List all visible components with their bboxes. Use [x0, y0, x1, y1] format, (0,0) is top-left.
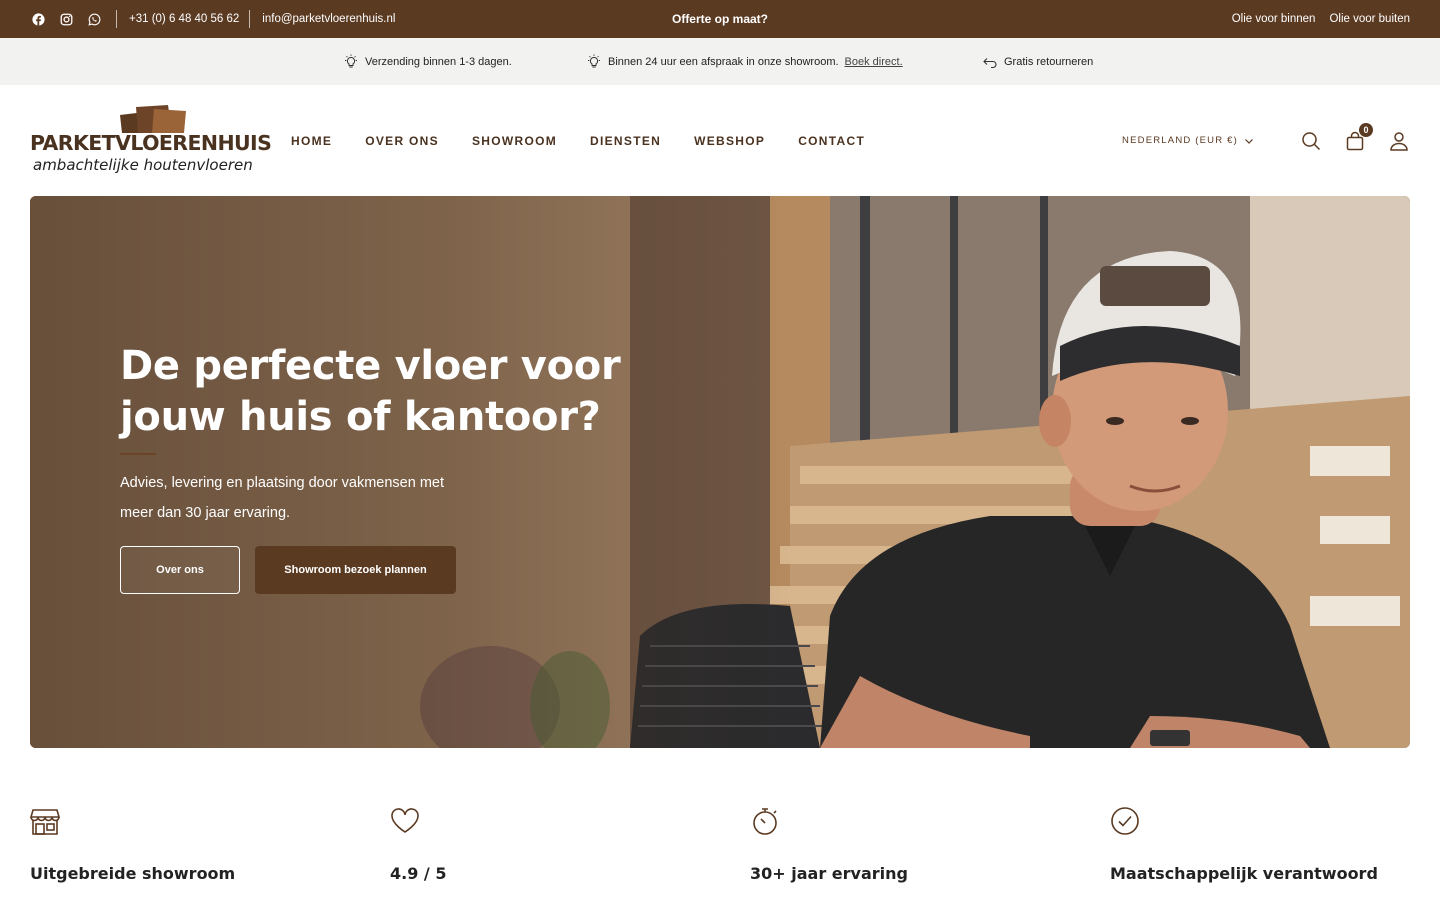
- usp-returns: Gratis retourneren: [982, 38, 1093, 85]
- feature-rating: 4.9 / 5: [390, 806, 730, 896]
- logo-tagline: ambachtelijke houtenvloeren: [33, 156, 253, 174]
- instagram-icon[interactable]: [58, 11, 74, 27]
- main-nav: HOME OVER ONS SHOWROOM DIENSTEN WEBSHOP …: [291, 85, 898, 196]
- country-label: NEDERLAND (EUR €): [1122, 135, 1238, 146]
- feature-title: 4.9 / 5: [390, 864, 447, 883]
- nav-services[interactable]: DIENSTEN: [590, 134, 661, 148]
- nav-contact[interactable]: CONTACT: [798, 134, 865, 148]
- feature-title: 30+ jaar ervaring: [750, 864, 908, 883]
- nav-home[interactable]: HOME: [291, 134, 332, 148]
- header-actions: NEDERLAND (EUR €) 0: [1122, 85, 1410, 196]
- site-header: PARKETVLOERENHUIS ambachtelijke houtenvl…: [0, 85, 1440, 196]
- email-link[interactable]: info@parketvloerenhuis.nl: [262, 13, 395, 25]
- feature-title: Uitgebreide showroom: [30, 864, 236, 883]
- outdoor-oil-link[interactable]: Olie voor buiten: [1329, 13, 1410, 25]
- hero-divider: [120, 453, 156, 455]
- lightbulb-icon: [588, 54, 600, 67]
- cart-button[interactable]: 0: [1344, 122, 1373, 152]
- feature-showroom: Uitgebreide showroom: [29, 806, 370, 896]
- stopwatch-icon: [750, 806, 780, 836]
- top-bar-right: Olie voor binnen Olie voor buiten: [1232, 0, 1410, 38]
- about-us-button[interactable]: Over ons: [120, 546, 240, 594]
- feature-responsible: Maatschappelijk verantwoord: [1110, 806, 1440, 896]
- heart-icon: [390, 806, 420, 836]
- nav-about[interactable]: OVER ONS: [365, 134, 439, 148]
- country-selector[interactable]: NEDERLAND (EUR €): [1122, 135, 1254, 146]
- phone-link[interactable]: +31 (0) 6 48 40 56 62: [129, 13, 239, 25]
- divider: [249, 10, 251, 28]
- custom-quote-link[interactable]: Offerte op maat?: [672, 12, 768, 26]
- whatsapp-icon[interactable]: [86, 11, 102, 27]
- hero-banner: De perfecte vloer voor jouw huis of kant…: [30, 196, 1410, 748]
- search-icon: [1302, 131, 1321, 150]
- account-button[interactable]: [1388, 130, 1410, 152]
- search-button[interactable]: [1300, 130, 1322, 152]
- return-arrow-icon: [983, 57, 997, 68]
- usp-bar: Verzending binnen 1-3 dagen. Binnen 24 u…: [0, 38, 1440, 85]
- nav-showroom[interactable]: SHOWROOM: [472, 134, 557, 148]
- site-logo[interactable]: PARKETVLOERENHUIS ambachtelijke houtenvl…: [30, 105, 272, 180]
- indoor-oil-link[interactable]: Olie voor binnen: [1232, 13, 1316, 25]
- divider: [116, 10, 117, 28]
- hero-subtitle: Advies, levering en plaatsing door vakme…: [120, 475, 445, 521]
- top-bar: +31 (0) 6 48 40 56 62 info@parketvloeren…: [0, 0, 1440, 38]
- lightbulb-icon: [345, 54, 357, 67]
- chevron-down-icon: [1245, 138, 1253, 144]
- storefront-icon: [29, 806, 61, 836]
- plan-showroom-visit-button[interactable]: Showroom bezoek plannen: [255, 546, 456, 594]
- usp-showroom: Binnen 24 uur een afspraak in onze showr…: [586, 38, 903, 85]
- cart-count-badge: 0: [1359, 122, 1373, 137]
- user-icon: [1390, 131, 1408, 151]
- facebook-icon[interactable]: [30, 11, 46, 27]
- top-bar-left: +31 (0) 6 48 40 56 62 info@parketvloeren…: [30, 0, 395, 38]
- feature-title: Maatschappelijk verantwoord: [1110, 864, 1378, 883]
- feature-experience: 30+ jaar ervaring: [750, 806, 1090, 896]
- usp-text: Binnen 24 uur een afspraak in onze showr…: [608, 55, 839, 68]
- book-now-link[interactable]: Boek direct.: [845, 56, 903, 68]
- logo-brand: PARKETVLOERENHUIS: [30, 131, 272, 155]
- logo-mark-icon: [120, 105, 186, 133]
- nav-webshop[interactable]: WEBSHOP: [694, 134, 765, 148]
- usp-text: Gratis retourneren: [1004, 55, 1094, 68]
- checkmark-circle-icon: [1110, 806, 1140, 836]
- usp-text: Verzending binnen 1-3 dagen.: [365, 55, 512, 68]
- hero-title: De perfecte vloer voor jouw huis of kant…: [120, 343, 621, 440]
- usp-shipping: Verzending binnen 1-3 dagen.: [343, 38, 512, 85]
